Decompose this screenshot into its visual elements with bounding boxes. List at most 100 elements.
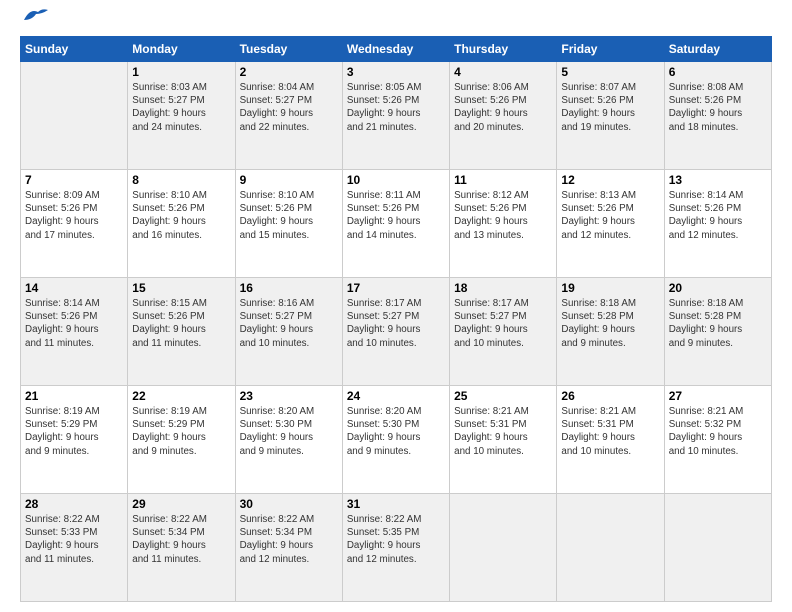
day-number: 11 <box>454 173 552 187</box>
calendar-cell: 12 Sunrise: 8:13 AM Sunset: 5:26 PM Dayli… <box>557 170 664 278</box>
day-info: Sunrise: 8:20 AM Sunset: 5:30 PM Dayligh… <box>347 405 445 458</box>
calendar-cell: 19 Sunrise: 8:18 AM Sunset: 5:28 PM Dayli… <box>557 278 664 386</box>
day-info: Sunrise: 8:22 AM Sunset: 5:35 PM Dayligh… <box>347 513 445 566</box>
calendar-cell: 29Sunrise: 8:22 AM Sunset: 5:34 PM Dayli… <box>128 494 235 602</box>
day-info: Sunrise: 8:17 AM Sunset: 5:27 PM Dayligh… <box>454 297 552 350</box>
day-number: 31 <box>347 497 445 511</box>
weekday-header-thursday: Thursday <box>450 37 557 62</box>
weekday-header-row: SundayMondayTuesdayWednesdayThursdayFrid… <box>21 37 772 62</box>
calendar-cell: 11 Sunrise: 8:12 AM Sunset: 5:26 PM Dayli… <box>450 170 557 278</box>
calendar-cell: 25 Sunrise: 8:21 AM Sunset: 5:31 PM Dayli… <box>450 386 557 494</box>
weekday-header-tuesday: Tuesday <box>235 37 342 62</box>
calendar-week-row: 21 Sunrise: 8:19 AM Sunset: 5:29 PM Dayli… <box>21 386 772 494</box>
day-info: Sunrise: 8:17 AM Sunset: 5:27 PM Dayligh… <box>347 297 445 350</box>
calendar-cell: 7Sunrise: 8:09 AM Sunset: 5:26 PM Daylig… <box>21 170 128 278</box>
day-number: 1 <box>132 65 230 79</box>
day-number: 22 <box>132 389 230 403</box>
day-info: Sunrise: 8:04 AM Sunset: 5:27 PM Dayligh… <box>240 81 338 134</box>
calendar-cell: 16 Sunrise: 8:16 AM Sunset: 5:27 PM Dayli… <box>235 278 342 386</box>
calendar-cell <box>664 494 771 602</box>
calendar-cell: 9 Sunrise: 8:10 AM Sunset: 5:26 PM Daylig… <box>235 170 342 278</box>
day-info: Sunrise: 8:13 AM Sunset: 5:26 PM Dayligh… <box>561 189 659 242</box>
calendar-week-row: 1 Sunrise: 8:03 AM Sunset: 5:27 PM Daylig… <box>21 62 772 170</box>
day-info: Sunrise: 8:14 AM Sunset: 5:26 PM Dayligh… <box>25 297 123 350</box>
calendar-cell: 27 Sunrise: 8:21 AM Sunset: 5:32 PM Dayli… <box>664 386 771 494</box>
calendar-cell <box>21 62 128 170</box>
day-info: Sunrise: 8:05 AM Sunset: 5:26 PM Dayligh… <box>347 81 445 134</box>
day-info: Sunrise: 8:07 AM Sunset: 5:26 PM Dayligh… <box>561 81 659 134</box>
calendar-cell: 15Sunrise: 8:15 AM Sunset: 5:26 PM Dayli… <box>128 278 235 386</box>
day-info: Sunrise: 8:08 AM Sunset: 5:26 PM Dayligh… <box>669 81 767 134</box>
day-info: Sunrise: 8:10 AM Sunset: 5:26 PM Dayligh… <box>132 189 230 242</box>
day-info: Sunrise: 8:22 AM Sunset: 5:33 PM Dayligh… <box>25 513 123 566</box>
day-number: 28 <box>25 497 123 511</box>
day-info: Sunrise: 8:06 AM Sunset: 5:26 PM Dayligh… <box>454 81 552 134</box>
day-number: 6 <box>669 65 767 79</box>
weekday-header-friday: Friday <box>557 37 664 62</box>
day-info: Sunrise: 8:16 AM Sunset: 5:27 PM Dayligh… <box>240 297 338 350</box>
header <box>20 20 772 24</box>
day-number: 26 <box>561 389 659 403</box>
logo-bird-icon <box>22 6 50 24</box>
day-number: 21 <box>25 389 123 403</box>
day-number: 30 <box>240 497 338 511</box>
calendar-cell: 28 Sunrise: 8:22 AM Sunset: 5:33 PM Dayli… <box>21 494 128 602</box>
day-number: 24 <box>347 389 445 403</box>
calendar-cell: 17Sunrise: 8:17 AM Sunset: 5:27 PM Dayli… <box>342 278 449 386</box>
calendar-cell: 4 Sunrise: 8:06 AM Sunset: 5:26 PM Daylig… <box>450 62 557 170</box>
calendar-cell: 5 Sunrise: 8:07 AM Sunset: 5:26 PM Daylig… <box>557 62 664 170</box>
day-number: 5 <box>561 65 659 79</box>
day-info: Sunrise: 8:20 AM Sunset: 5:30 PM Dayligh… <box>240 405 338 458</box>
calendar-cell: 3Sunrise: 8:05 AM Sunset: 5:26 PM Daylig… <box>342 62 449 170</box>
weekday-header-wednesday: Wednesday <box>342 37 449 62</box>
day-number: 4 <box>454 65 552 79</box>
day-info: Sunrise: 8:18 AM Sunset: 5:28 PM Dayligh… <box>561 297 659 350</box>
calendar-cell <box>450 494 557 602</box>
weekday-header-saturday: Saturday <box>664 37 771 62</box>
day-number: 29 <box>132 497 230 511</box>
day-number: 2 <box>240 65 338 79</box>
calendar-cell: 10Sunrise: 8:11 AM Sunset: 5:26 PM Dayli… <box>342 170 449 278</box>
day-number: 27 <box>669 389 767 403</box>
day-number: 14 <box>25 281 123 295</box>
calendar-page: SundayMondayTuesdayWednesdayThursdayFrid… <box>0 0 792 612</box>
day-info: Sunrise: 8:10 AM Sunset: 5:26 PM Dayligh… <box>240 189 338 242</box>
calendar-cell: 26 Sunrise: 8:21 AM Sunset: 5:31 PM Dayli… <box>557 386 664 494</box>
day-info: Sunrise: 8:03 AM Sunset: 5:27 PM Dayligh… <box>132 81 230 134</box>
calendar-cell: 18 Sunrise: 8:17 AM Sunset: 5:27 PM Dayli… <box>450 278 557 386</box>
day-number: 8 <box>132 173 230 187</box>
day-number: 23 <box>240 389 338 403</box>
logo <box>20 20 50 24</box>
calendar-table: SundayMondayTuesdayWednesdayThursdayFrid… <box>20 36 772 602</box>
day-number: 25 <box>454 389 552 403</box>
calendar-week-row: 7Sunrise: 8:09 AM Sunset: 5:26 PM Daylig… <box>21 170 772 278</box>
day-number: 19 <box>561 281 659 295</box>
day-number: 15 <box>132 281 230 295</box>
day-info: Sunrise: 8:12 AM Sunset: 5:26 PM Dayligh… <box>454 189 552 242</box>
calendar-cell: 2 Sunrise: 8:04 AM Sunset: 5:27 PM Daylig… <box>235 62 342 170</box>
day-number: 18 <box>454 281 552 295</box>
day-number: 16 <box>240 281 338 295</box>
day-info: Sunrise: 8:21 AM Sunset: 5:31 PM Dayligh… <box>454 405 552 458</box>
weekday-header-sunday: Sunday <box>21 37 128 62</box>
calendar-cell <box>557 494 664 602</box>
day-info: Sunrise: 8:21 AM Sunset: 5:31 PM Dayligh… <box>561 405 659 458</box>
day-info: Sunrise: 8:18 AM Sunset: 5:28 PM Dayligh… <box>669 297 767 350</box>
calendar-cell: 23 Sunrise: 8:20 AM Sunset: 5:30 PM Dayli… <box>235 386 342 494</box>
calendar-cell: 31 Sunrise: 8:22 AM Sunset: 5:35 PM Dayli… <box>342 494 449 602</box>
day-number: 9 <box>240 173 338 187</box>
day-info: Sunrise: 8:19 AM Sunset: 5:29 PM Dayligh… <box>132 405 230 458</box>
calendar-cell: 24 Sunrise: 8:20 AM Sunset: 5:30 PM Dayli… <box>342 386 449 494</box>
calendar-cell: 13Sunrise: 8:14 AM Sunset: 5:26 PM Dayli… <box>664 170 771 278</box>
day-info: Sunrise: 8:21 AM Sunset: 5:32 PM Dayligh… <box>669 405 767 458</box>
calendar-week-row: 28 Sunrise: 8:22 AM Sunset: 5:33 PM Dayli… <box>21 494 772 602</box>
day-number: 12 <box>561 173 659 187</box>
day-info: Sunrise: 8:19 AM Sunset: 5:29 PM Dayligh… <box>25 405 123 458</box>
day-info: Sunrise: 8:14 AM Sunset: 5:26 PM Dayligh… <box>669 189 767 242</box>
calendar-cell: 30Sunrise: 8:22 AM Sunset: 5:34 PM Dayli… <box>235 494 342 602</box>
calendar-cell: 14 Sunrise: 8:14 AM Sunset: 5:26 PM Dayli… <box>21 278 128 386</box>
calendar-cell: 6 Sunrise: 8:08 AM Sunset: 5:26 PM Daylig… <box>664 62 771 170</box>
calendar-cell: 8 Sunrise: 8:10 AM Sunset: 5:26 PM Daylig… <box>128 170 235 278</box>
day-number: 10 <box>347 173 445 187</box>
calendar-cell: 1 Sunrise: 8:03 AM Sunset: 5:27 PM Daylig… <box>128 62 235 170</box>
